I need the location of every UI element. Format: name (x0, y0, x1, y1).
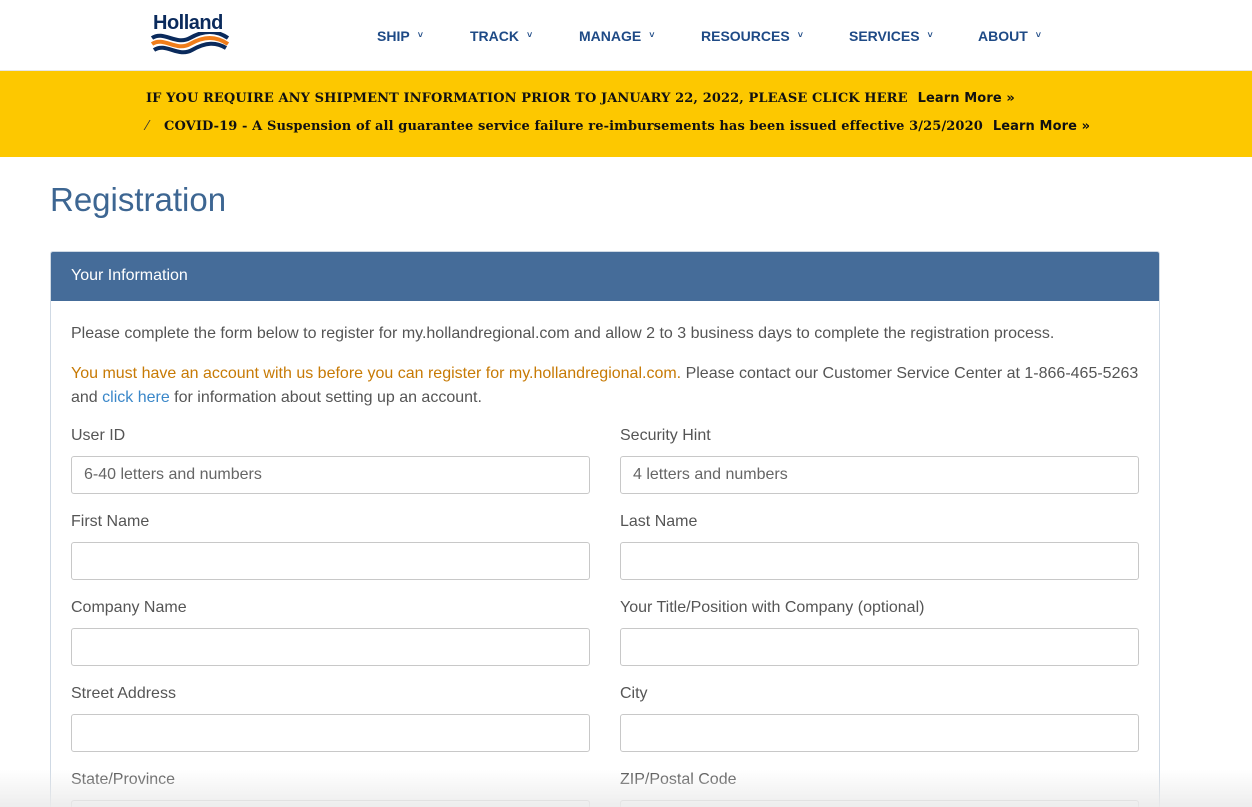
nav-label: ABOUT (978, 28, 1028, 44)
first-name-label: First Name (71, 513, 150, 530)
page-title: Registration (50, 181, 227, 218)
zip-postal-group: ZIP/Postal Code (620, 770, 1139, 807)
user-id-input[interactable] (71, 456, 590, 494)
banner-text: COVID-19 - A Suspension of all guarantee… (164, 119, 983, 134)
nav-resources[interactable]: RESOURCES ˅ (701, 26, 849, 46)
last-name-label: Last Name (620, 513, 698, 530)
account-notice: You must have an account with us before … (71, 362, 1139, 410)
first-name-group: First Name (71, 512, 590, 580)
learn-more-link[interactable]: Learn More » (993, 119, 1090, 134)
security-hint-input[interactable] (620, 456, 1139, 494)
last-name-input[interactable] (620, 542, 1139, 580)
last-name-group: Last Name (620, 512, 1139, 580)
click-here-link[interactable]: click here (102, 389, 170, 406)
state-province-group: State/Province (71, 770, 590, 807)
nav-label: MANAGE (579, 28, 642, 44)
main-nav: SHIP ˅ TRACK ˅ MANAGE ˅ RESOURCES ˅ SERVICES… (377, 26, 1058, 46)
logo-wave-icon (150, 32, 230, 55)
zip-postal-label: ZIP/Postal Code (620, 771, 737, 788)
nav-services[interactable]: SERVICES ˅ (849, 26, 978, 46)
nav-label: TRACK (470, 28, 519, 44)
street-address-label: Street Address (71, 685, 176, 702)
account-required-text: You must have an account with us before … (71, 365, 682, 382)
state-province-label: State/Province (71, 771, 176, 788)
city-group: City (620, 684, 1139, 752)
chevron-down-icon: ˅ (927, 30, 933, 40)
title-position-group: Your Title/Position with Company (option… (620, 598, 1139, 666)
nav-label: SERVICES (849, 28, 920, 44)
chevron-down-icon: ˅ (1035, 30, 1042, 40)
setup-info-text: for information about setting up an acco… (169, 389, 482, 406)
panel-heading: Your Information (51, 252, 1159, 301)
chevron-down-icon: ˅ (649, 30, 655, 40)
city-input[interactable] (620, 714, 1139, 752)
alert-banner: IF YOU REQUIRE ANY SHIPMENT INFORMATION … (0, 71, 1252, 157)
first-name-input[interactable] (71, 542, 590, 580)
chevron-down-icon: ˅ (527, 30, 533, 40)
zip-postal-input[interactable] (620, 800, 1139, 807)
nav-label: SHIP (377, 28, 410, 44)
site-header: Holland SHIP ˅ TRACK ˅ MANAGE ˅ RESOURCES ˅ … (0, 0, 1252, 71)
nav-track[interactable]: TRACK ˅ (470, 26, 579, 46)
banner-line-shipment: IF YOU REQUIRE ANY SHIPMENT INFORMATION … (146, 91, 1015, 106)
security-hint-label: Security Hint (620, 427, 711, 444)
title-position-input[interactable] (620, 628, 1139, 666)
slash-icon: ⁄ (146, 119, 149, 134)
banner-line-covid: ⁄ COVID-19 - A Suspension of all guarante… (146, 119, 1090, 134)
state-province-input[interactable] (71, 800, 590, 807)
title-position-label: Your Title/Position with Company (option… (620, 599, 925, 616)
your-information-panel: Your Information Please complete the for… (50, 251, 1160, 807)
intro-text: Please complete the form below to regist… (71, 325, 1055, 342)
nav-ship[interactable]: SHIP ˅ (377, 26, 470, 46)
nav-label: RESOURCES (701, 28, 790, 44)
banner-text: IF YOU REQUIRE ANY SHIPMENT INFORMATION … (146, 91, 908, 106)
nav-about[interactable]: ABOUT ˅ (978, 26, 1058, 46)
holland-logo[interactable]: Holland (150, 12, 234, 58)
nav-manage[interactable]: MANAGE ˅ (579, 26, 701, 46)
company-name-group: Company Name (71, 598, 590, 666)
company-name-input[interactable] (71, 628, 590, 666)
company-name-label: Company Name (71, 599, 187, 616)
street-address-input[interactable] (71, 714, 590, 752)
learn-more-link[interactable]: Learn More » (918, 91, 1015, 106)
street-address-group: Street Address (71, 684, 590, 752)
security-hint-group: Security Hint (620, 426, 1139, 494)
panel-body: Please complete the form below to regist… (51, 301, 1159, 807)
chevron-down-icon: ˅ (797, 30, 803, 40)
chevron-down-icon: ˅ (417, 30, 423, 40)
user-id-group: User ID (71, 426, 590, 494)
user-id-label: User ID (71, 427, 126, 444)
city-label: City (620, 685, 648, 702)
